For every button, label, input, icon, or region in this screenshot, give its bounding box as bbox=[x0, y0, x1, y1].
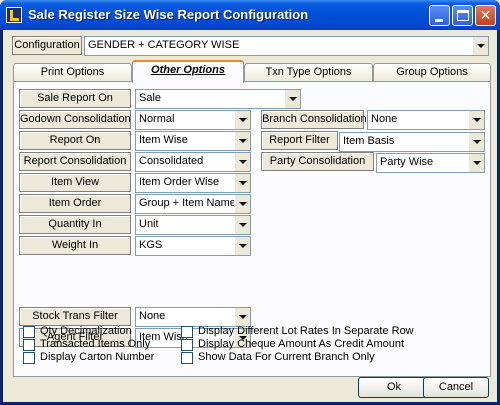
branch-consolidation-select[interactable]: None bbox=[367, 110, 485, 130]
chevron-down-icon[interactable] bbox=[234, 216, 250, 234]
cancel-label: Cancel bbox=[438, 381, 474, 393]
show-current-branch-checkbox[interactable] bbox=[181, 352, 193, 364]
chevron-down-icon[interactable] bbox=[284, 90, 300, 108]
stock-trans-filter-label: Stock Trans Filter bbox=[19, 307, 131, 326]
tab-group-options[interactable]: Group Options bbox=[373, 63, 491, 82]
tab-label: Group Options bbox=[396, 66, 468, 78]
display-cheque-amount-label: Display Cheque Amount As Credit Amount bbox=[198, 338, 405, 350]
party-consolidation-select[interactable]: Party Wise bbox=[376, 153, 485, 173]
select-value: Group + Item Name bbox=[139, 197, 236, 209]
window-title: Sale Register Size Wise Report Configura… bbox=[28, 7, 309, 22]
sale-report-on-select[interactable]: Sale bbox=[135, 89, 301, 109]
party-consolidation-label: Party Consolidation bbox=[261, 152, 374, 171]
report-on-label: Report On bbox=[19, 131, 131, 150]
tab-label: Print Options bbox=[40, 66, 105, 78]
transacted-items-only-label: Transacted Items Only bbox=[40, 338, 151, 350]
select-value: None bbox=[371, 113, 398, 125]
qty-decimalization-checkbox[interactable] bbox=[23, 326, 35, 338]
chevron-down-icon[interactable] bbox=[472, 37, 488, 55]
select-value: Item Basis bbox=[343, 135, 395, 147]
maximize-button[interactable] bbox=[452, 5, 473, 26]
item-view-select[interactable]: Item Order Wise bbox=[135, 173, 251, 193]
weight-in-select[interactable]: KGS bbox=[135, 236, 251, 256]
ok-label: Ok bbox=[386, 381, 402, 393]
ok-button[interactable]: Ok bbox=[358, 377, 430, 398]
select-value: Party Wise bbox=[380, 156, 434, 168]
display-lot-rates-checkbox[interactable] bbox=[181, 326, 193, 338]
minimize-icon bbox=[435, 19, 443, 22]
item-order-select[interactable]: Group + Item Name bbox=[135, 194, 251, 214]
weight-in-label: Weight In bbox=[19, 236, 131, 255]
chevron-down-icon[interactable] bbox=[234, 237, 250, 255]
chevron-down-icon[interactable] bbox=[468, 111, 484, 129]
branch-consolidation-label: Branch Consolidation bbox=[261, 110, 367, 129]
chevron-down-icon[interactable] bbox=[234, 132, 250, 150]
select-value: Unit bbox=[139, 218, 159, 230]
select-value: Item Wise bbox=[139, 134, 188, 146]
chevron-down-icon[interactable] bbox=[468, 154, 484, 172]
godown-consolidation-select[interactable]: Normal bbox=[135, 110, 251, 130]
quantity-in-label: Quantity In bbox=[19, 215, 131, 234]
display-carton-number-label: Display Carton Number bbox=[40, 351, 155, 363]
chevron-down-icon[interactable] bbox=[234, 174, 250, 192]
tab-print-options[interactable]: Print Options bbox=[13, 63, 132, 82]
sale-report-on-label: Sale Report On bbox=[19, 89, 131, 108]
chevron-down-icon[interactable] bbox=[468, 133, 484, 151]
configuration-value: GENDER + CATEGORY WISE bbox=[88, 39, 240, 51]
godown-consolidation-label: Godown Consolidation bbox=[19, 110, 131, 129]
report-consolidation-label: Report Consolidation bbox=[19, 152, 131, 171]
report-on-select[interactable]: Item Wise bbox=[135, 131, 251, 151]
cancel-button[interactable]: Cancel bbox=[423, 377, 489, 398]
qty-decimalization-label: Qty Decimalization bbox=[40, 325, 132, 337]
select-value: None bbox=[139, 310, 166, 322]
select-value: Consolidated bbox=[139, 155, 204, 167]
tab-txn-type-options[interactable]: Txn Type Options bbox=[244, 63, 373, 82]
chevron-down-icon[interactable] bbox=[234, 195, 250, 213]
close-icon: ✕ bbox=[479, 7, 492, 23]
report-filter-label: Report Filter bbox=[261, 131, 338, 150]
configuration-select[interactable]: GENDER + CATEGORY WISE bbox=[84, 36, 489, 56]
select-value: Sale bbox=[139, 92, 162, 104]
tab-other-options[interactable]: Other Options bbox=[132, 60, 244, 83]
chevron-down-icon[interactable] bbox=[234, 153, 250, 171]
dialog-window: Sale Register Size Wise Report Configura… bbox=[0, 0, 500, 405]
close-button[interactable]: ✕ bbox=[475, 5, 496, 26]
report-filter-select[interactable]: Item Basis bbox=[339, 132, 485, 152]
display-lot-rates-label: Display Different Lot Rates In Separate … bbox=[198, 325, 414, 337]
configuration-label: Configuration bbox=[12, 36, 82, 55]
chevron-down-icon[interactable] bbox=[234, 111, 250, 129]
item-order-label: Item Order bbox=[19, 194, 131, 213]
app-icon bbox=[6, 7, 22, 23]
title-bar[interactable]: Sale Register Size Wise Report Configura… bbox=[0, 0, 500, 30]
maximize-icon bbox=[457, 10, 469, 21]
select-value: Normal bbox=[139, 113, 175, 125]
select-value: KGS bbox=[139, 239, 163, 251]
tab-label: Other Options bbox=[151, 64, 225, 76]
select-value: Item Order Wise bbox=[139, 176, 220, 188]
dialog-client-area: Configuration GENDER + CATEGORY WISE Pri… bbox=[3, 30, 497, 402]
quantity-in-select[interactable]: Unit bbox=[135, 215, 251, 235]
minimize-button[interactable] bbox=[429, 5, 450, 26]
item-view-label: Item View bbox=[19, 173, 131, 192]
tab-bar: Print Options Other Options Txn Type Opt… bbox=[13, 60, 491, 83]
display-cheque-amount-checkbox[interactable] bbox=[181, 339, 193, 351]
show-current-branch-label: Show Data For Current Branch Only bbox=[198, 351, 375, 363]
stock-trans-filter-select[interactable]: None bbox=[135, 307, 251, 327]
report-consolidation-select[interactable]: Consolidated bbox=[135, 152, 251, 172]
transacted-items-only-checkbox[interactable] bbox=[23, 339, 35, 351]
chevron-down-icon[interactable] bbox=[234, 308, 250, 326]
tab-label: Txn Type Options bbox=[265, 66, 352, 78]
display-carton-number-checkbox[interactable] bbox=[23, 352, 35, 364]
